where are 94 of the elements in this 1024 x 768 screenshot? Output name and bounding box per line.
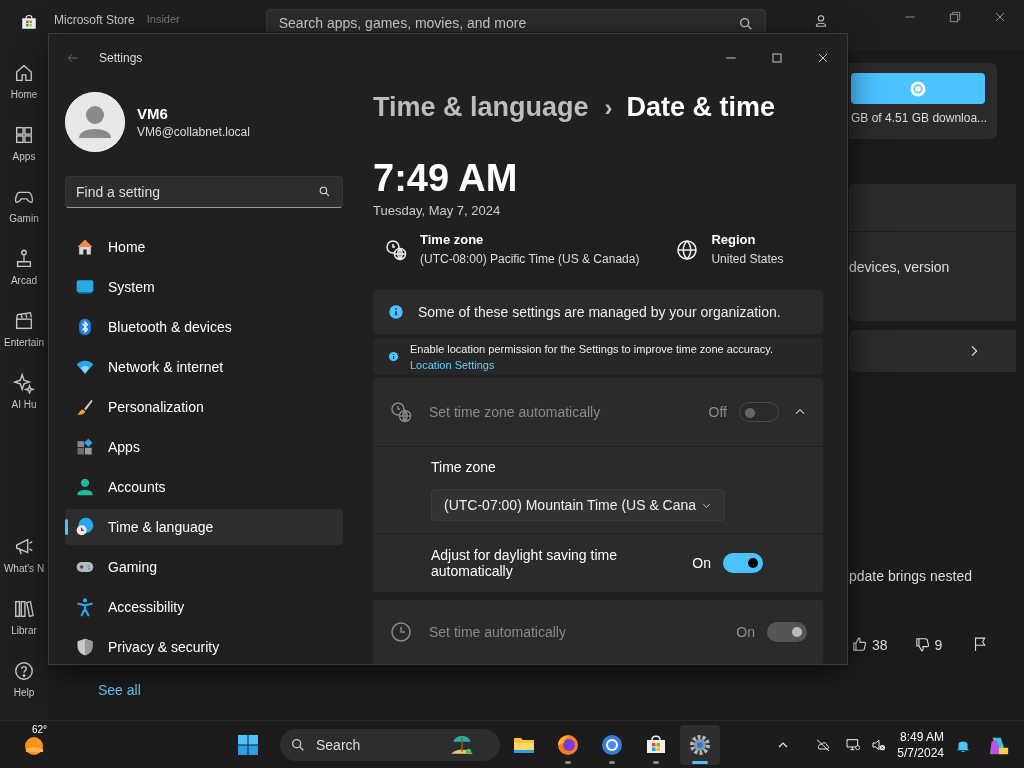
notice-text: Enable location permission for the Settings to improve time zone accuracy. [410,342,773,355]
nav-item[interactable]: Accounts [65,469,343,505]
app-title: Microsoft Store [54,13,135,27]
nav-item[interactable]: Librar [0,586,48,648]
info-value: United States [711,252,784,267]
info-icon [388,351,399,363]
clock-date: 5/7/2024 [897,744,944,761]
paintbrush-icon [75,397,95,417]
breadcrumb-link[interactable]: Time & language [373,92,589,124]
toggle-state: On [736,624,755,640]
accessibility-icon [75,597,95,617]
nav-item[interactable]: Home [65,229,343,265]
clock-globe-icon [389,400,413,424]
location-settings-link[interactable]: Location Settings [410,358,773,371]
person-icon [75,477,95,497]
clock-icon [389,620,413,644]
toggle-state: Off [708,404,727,420]
nav-item[interactable]: Home [0,50,48,112]
shield-icon [75,637,95,657]
nav-item[interactable]: Personalization [65,389,343,425]
setting-label: Time zone [431,459,497,475]
grid-icon [13,124,35,146]
gear-icon [688,732,712,757]
books-icon [13,598,35,620]
nav-item[interactable]: Bluetooth & devices [65,309,343,345]
store-logo-icon [20,13,38,31]
search-icon [290,736,306,753]
clock-time: 8:49 AM [898,728,944,745]
see-all-link[interactable]: See all [98,682,849,698]
search-icon [737,16,754,32]
search-icon [318,185,331,198]
thumbs-down-icon[interactable] [913,636,931,653]
maximize-icon[interactable] [769,50,785,66]
taskbar-app[interactable] [680,724,720,765]
card-text: devices, version [849,258,951,277]
nav-item[interactable]: What's N [0,524,48,586]
setting-label: Set time zone automatically [429,404,602,420]
download-status: GB of 4.51 GB downloa... [851,111,988,126]
globe-clock-icon [75,517,95,537]
window-title: Settings [99,51,143,65]
user-email: VM6@collabnet.local [137,125,250,139]
nav-item[interactable]: Privacy & security [65,629,343,664]
info-value: (UTC-08:00) Pacific Time (US & Canada) [420,252,640,267]
setting-label: Set time automatically [429,624,567,640]
nav-item[interactable]: Time & language [65,509,343,545]
like-count: 38 [872,636,888,653]
nav-item[interactable]: Apps [0,112,48,174]
help-icon [13,660,35,682]
avatar [65,92,125,152]
thumbs-up-icon[interactable] [851,636,868,653]
info-label: Region [711,232,757,248]
chrome-icon [600,732,624,757]
house-icon [75,237,95,257]
taskbar-search[interactable]: Search [280,728,500,761]
clapperboard-icon [13,310,35,332]
search-field[interactable]: Find a setting [65,176,343,208]
breadcrumb-separator: › [604,93,613,122]
news-text: pdate brings nested [849,568,973,584]
home-icon [13,62,35,84]
page-title: Date & time [626,92,776,124]
setting-label: Adjust for daylight saving time automatically [431,547,618,579]
nav-item[interactable]: Entertain [0,298,48,360]
current-time: 7:49 AM [373,156,519,201]
toggle-state: On [692,555,711,571]
nav-item[interactable]: AI Hu [0,360,48,422]
clock-globe-icon [384,238,408,263]
search-field[interactable]: Search apps, games, movies, and more [265,9,766,32]
cloud-off-icon[interactable] [815,736,832,753]
monitor-icon[interactable] [845,736,862,753]
nav-item[interactable]: Arcad [0,236,48,298]
monitor-icon [75,277,95,297]
user-name: VM6 [137,105,169,122]
insider-label: Insider [146,13,180,25]
nav-item[interactable]: Apps [65,429,343,465]
apps-icon [75,437,95,457]
temperature: 62° [32,723,48,735]
globe-icon [675,238,700,263]
dislike-count: 9 [934,636,943,653]
sparkle-icon [13,372,35,394]
nav-item[interactable]: Network & internet [65,349,343,385]
info-icon [388,304,404,321]
nav-item[interactable]: System [65,269,343,305]
nav-item[interactable]: Help [0,648,48,710]
notice-text: Some of these settings are managed by your organization. [418,304,781,321]
windows-icon[interactable] [236,732,260,757]
nav-item[interactable]: Gamin [0,174,48,236]
firefox-icon [556,732,580,757]
progress-icon [909,79,927,98]
nav-item[interactable]: Gaming [65,549,343,585]
download-button[interactable] [851,73,985,104]
info-label: Time zone [420,232,485,248]
current-date: Tuesday, May 7, 2024 [373,203,502,219]
nav-item[interactable]: Accessibility [65,589,343,625]
restore-icon[interactable] [947,9,963,25]
